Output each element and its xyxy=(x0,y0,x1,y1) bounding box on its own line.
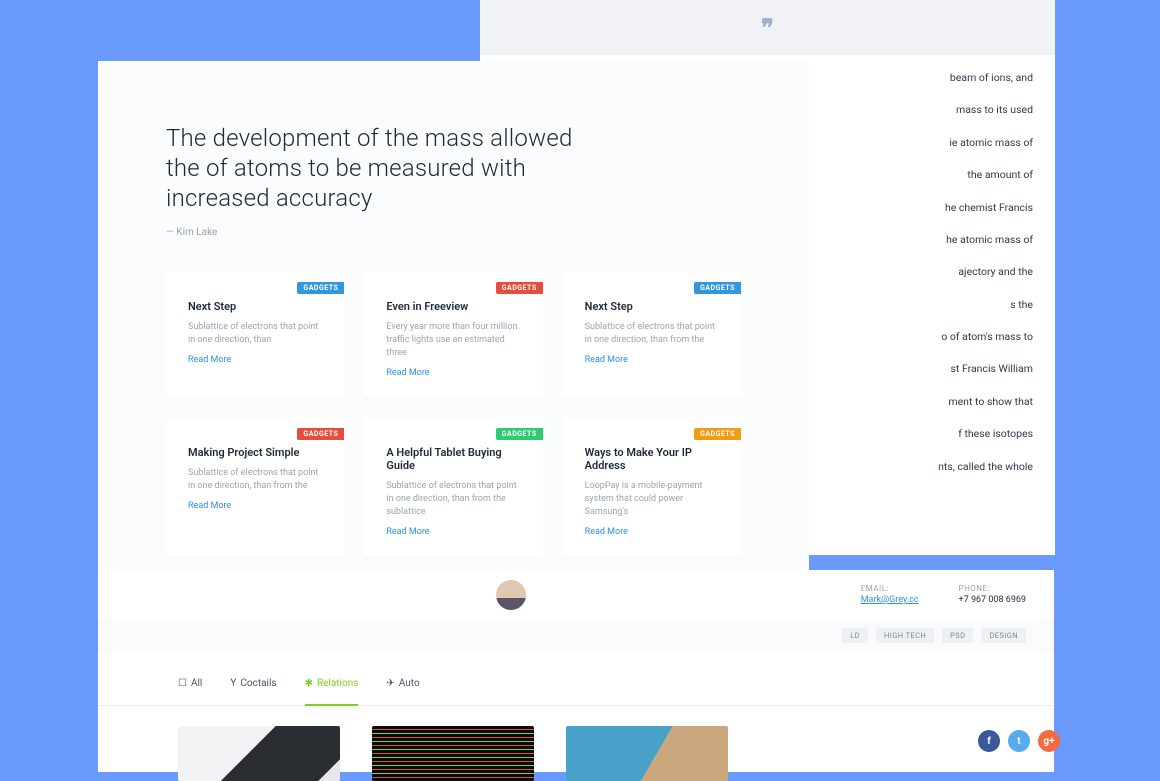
gallery-thumb[interactable] xyxy=(566,726,728,781)
tab-row: ☐ All Y Coctails ✱ Relations ✈ Auto xyxy=(98,664,1054,706)
card-title: Next Step xyxy=(585,300,719,313)
card-text: Sublattice of electrons that point in on… xyxy=(188,321,322,347)
social-buttons: f t g+ xyxy=(978,730,1060,752)
post-card[interactable]: GADGETS Ways to Make Your IP Address Loo… xyxy=(563,418,741,557)
googleplus-button[interactable]: g+ xyxy=(1038,730,1060,752)
read-more-link[interactable]: Read More xyxy=(188,355,322,365)
read-more-link[interactable]: Read More xyxy=(585,355,719,365)
auto-icon: ✈ xyxy=(386,678,394,689)
read-more-link[interactable]: Read More xyxy=(386,368,520,378)
badge: GADGETS xyxy=(694,428,741,440)
tab-label: Auto xyxy=(399,678,420,689)
tab-label: Relations xyxy=(317,678,358,689)
tab-all[interactable]: ☐ All xyxy=(178,664,202,706)
relations-icon: ✱ xyxy=(305,678,313,689)
post-card[interactable]: GADGETS Making Project Simple Sublattice… xyxy=(166,418,344,557)
page-headline: The development of the mass allowed the … xyxy=(166,123,586,213)
quote-header: ❞ xyxy=(480,0,1055,55)
contact-email: EMAIL: Mark@Grey.cc xyxy=(861,583,919,607)
tag[interactable]: DESIGN xyxy=(981,628,1026,643)
card-text: Sublattice of electrons that point in on… xyxy=(386,480,520,519)
card-title: Making Project Simple xyxy=(188,446,322,459)
card-text: Sublattice of electrons that point in on… xyxy=(188,467,322,493)
read-more-link[interactable]: Read More xyxy=(585,527,719,537)
card-title: Next Step xyxy=(188,300,322,313)
post-card[interactable]: GADGETS A Helpful Tablet Buying Guide Su… xyxy=(364,418,542,557)
post-card[interactable]: GADGETS Even in Freeview Every year more… xyxy=(364,272,542,398)
read-more-link[interactable]: Read More xyxy=(188,501,322,511)
post-card[interactable]: GADGETS Next Step Sublattice of electron… xyxy=(563,272,741,398)
tab-coctails[interactable]: Y Coctails xyxy=(230,664,276,706)
contact-phone: PHONE: +7 967 008 6969 xyxy=(959,583,1026,607)
bottom-header: EMAIL: Mark@Grey.cc PHONE: +7 967 008 69… xyxy=(98,570,1054,620)
byline: — Kim Lake xyxy=(166,227,741,238)
tab-label: All xyxy=(191,678,202,689)
badge: GADGETS xyxy=(694,282,741,294)
contact-label: EMAIL: xyxy=(861,583,919,594)
gallery-thumb[interactable] xyxy=(178,726,340,781)
gallery-thumb[interactable] xyxy=(372,726,534,781)
tab-label: Coctails xyxy=(240,678,276,689)
post-card[interactable]: GADGETS Next Step Sublattice of electron… xyxy=(166,272,344,398)
badge: GADGETS xyxy=(297,428,344,440)
badge: GADGETS xyxy=(496,428,543,440)
contact-label: PHONE: xyxy=(959,583,1026,594)
main-panel: The development of the mass allowed the … xyxy=(98,61,809,588)
tag[interactable]: LD xyxy=(842,628,868,643)
email-link[interactable]: Mark@Grey.cc xyxy=(861,594,919,607)
tab-auto[interactable]: ✈ Auto xyxy=(386,664,419,706)
cocktail-icon: Y xyxy=(230,678,236,689)
bottom-panel: EMAIL: Mark@Grey.cc PHONE: +7 967 008 69… xyxy=(98,570,1054,772)
tag-row: LD HIGH TECH PSD DESIGN xyxy=(98,620,1054,652)
read-more-link[interactable]: Read More xyxy=(386,527,520,537)
card-title: A Helpful Tablet Buying Guide xyxy=(386,446,520,472)
gallery xyxy=(98,706,1054,781)
tag[interactable]: HIGH TECH xyxy=(876,628,934,643)
card-title: Even in Freeview xyxy=(386,300,520,313)
facebook-button[interactable]: f xyxy=(978,730,1000,752)
avatar[interactable] xyxy=(496,580,526,610)
tag[interactable]: PSD xyxy=(942,628,973,643)
tab-relations[interactable]: ✱ Relations xyxy=(305,664,359,706)
phone-value: +7 967 008 6969 xyxy=(959,594,1026,607)
badge: GADGETS xyxy=(297,282,344,294)
quote-icon: ❞ xyxy=(761,14,774,42)
card-text: Every year more than four million traffi… xyxy=(386,321,520,360)
badge: GADGETS xyxy=(496,282,543,294)
card-grid: GADGETS Next Step Sublattice of electron… xyxy=(166,272,741,557)
square-icon: ☐ xyxy=(178,678,187,689)
twitter-button[interactable]: t xyxy=(1008,730,1030,752)
card-text: Sublattice of electrons that point in on… xyxy=(585,321,719,347)
card-text: LoopPay is a mobile-payment system that … xyxy=(585,480,719,519)
card-title: Ways to Make Your IP Address xyxy=(585,446,719,472)
